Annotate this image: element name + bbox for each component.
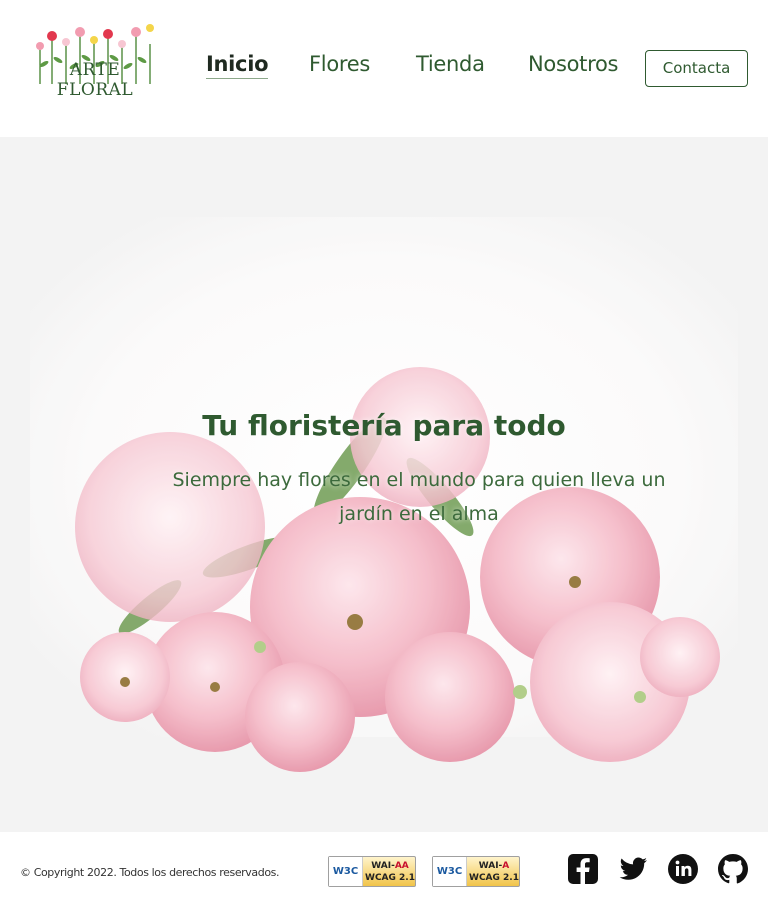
- hero-subtitle: Siempre hay flores en el mundo para quie…: [172, 469, 666, 525]
- hero-section: Tu floristería para todo Siempre hay flo…: [0, 137, 768, 832]
- facebook-icon[interactable]: [566, 852, 600, 886]
- contact-button[interactable]: Contacta: [645, 50, 748, 87]
- badge-label: WAI-A WCAG 2.1: [469, 861, 519, 883]
- nav-item-nosotros[interactable]: Nosotros: [528, 52, 618, 76]
- wcag-aa-badge[interactable]: W3C WAI-AA WCAG 2.1: [328, 856, 416, 887]
- nav-item-tienda[interactable]: Tienda: [416, 52, 485, 76]
- w3c-logo: W3C: [329, 857, 363, 886]
- brand-logo-text: ARTE FLORAL: [56, 60, 134, 100]
- github-icon[interactable]: [716, 852, 750, 886]
- wcag-a-badge[interactable]: W3C WAI-A WCAG 2.1: [432, 856, 520, 887]
- twitter-icon[interactable]: [616, 852, 650, 886]
- nav-item-inicio[interactable]: Inicio: [206, 52, 269, 79]
- copyright-text: © Copyright 2022. Todos los derechos res…: [20, 866, 280, 879]
- linkedin-icon[interactable]: [666, 852, 700, 886]
- badge-label: WAI-AA WCAG 2.1: [365, 861, 415, 883]
- site-footer: © Copyright 2022. Todos los derechos res…: [0, 832, 768, 915]
- w3c-logo: W3C: [433, 857, 467, 886]
- hero-title: Tu floristería para todo: [202, 409, 566, 442]
- nav-item-flores[interactable]: Flores: [309, 52, 370, 76]
- brand-logo[interactable]: ARTE FLORAL: [30, 20, 160, 100]
- site-header: ARTE FLORAL Inicio Flores Tienda Nosotro…: [0, 0, 768, 137]
